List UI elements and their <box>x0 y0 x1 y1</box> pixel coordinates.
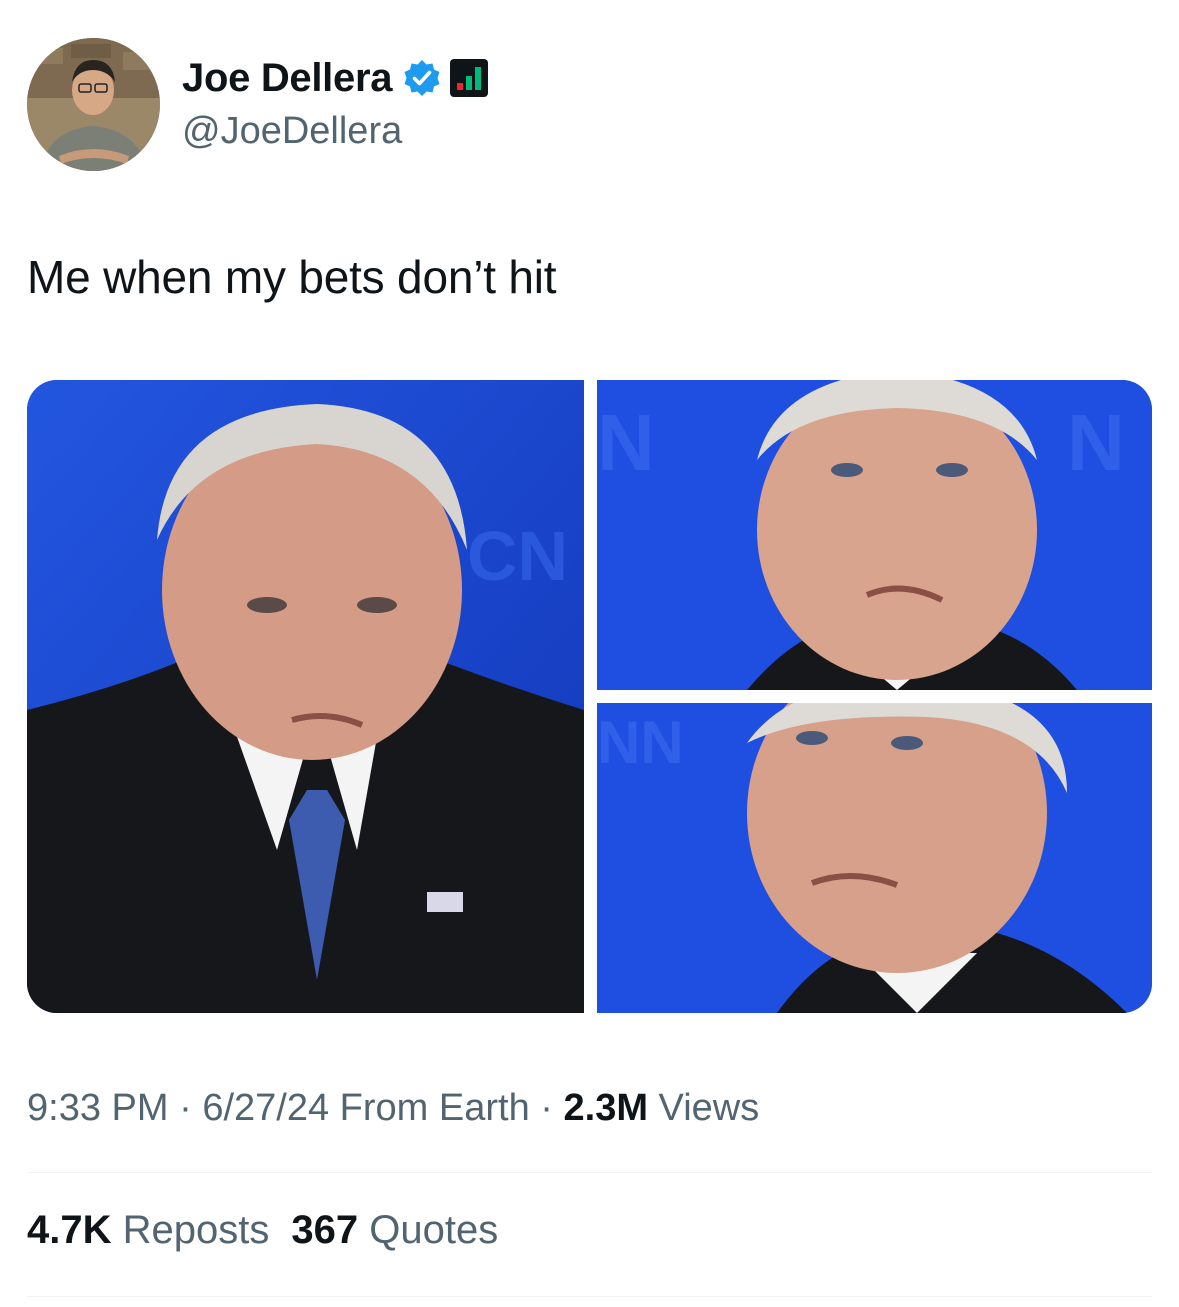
tweet-stats: 4.7K Reposts 367 Quotes <box>27 1208 498 1253</box>
quotes-label: Quotes <box>358 1208 499 1252</box>
reposts-link[interactable]: 4.7K Reposts <box>27 1208 269 1252</box>
avatar[interactable] <box>27 38 160 171</box>
svg-text:CN: CN <box>467 517 568 595</box>
divider <box>27 1296 1152 1297</box>
reposts-count: 4.7K <box>27 1208 112 1252</box>
media-grid: CN N N NN <box>27 380 1152 1013</box>
verified-badge-icon[interactable] <box>402 58 442 98</box>
media-photo-1[interactable]: CN <box>27 380 584 1013</box>
avatar-image <box>27 38 160 171</box>
meta-separator: · <box>529 1087 564 1129</box>
quotes-link[interactable]: 367 Quotes <box>291 1208 498 1252</box>
tweet-time[interactable]: 9:33 PM <box>27 1087 169 1129</box>
meta-separator: · <box>168 1087 203 1129</box>
media-photo-2[interactable]: N N <box>597 380 1152 690</box>
reposts-label: Reposts <box>111 1208 270 1252</box>
media-photo-3[interactable]: NN <box>597 703 1152 1013</box>
svg-text:N: N <box>597 398 655 487</box>
divider <box>27 1172 1152 1173</box>
author-handle[interactable]: @JoeDellera <box>182 110 402 153</box>
tweet-header: Joe Dellera @JoeDellera <box>27 38 1147 173</box>
views-label: Views <box>647 1087 760 1129</box>
tweet-date[interactable]: 6/27/24 <box>202 1087 329 1129</box>
tweet-meta: 9:33 PM · 6/27/24 From Earth · 2.3M View… <box>27 1087 759 1130</box>
affiliate-chart-icon[interactable] <box>450 59 489 97</box>
views-count: 2.3M <box>563 1087 648 1129</box>
tweet-text: Me when my bets don’t hit <box>27 251 557 303</box>
tweet-source: From Earth <box>329 1087 530 1129</box>
svg-text:NN: NN <box>597 709 684 776</box>
author-display-name[interactable]: Joe Dellera <box>182 56 392 101</box>
svg-text:N: N <box>1067 398 1125 487</box>
quotes-count: 367 <box>291 1208 359 1252</box>
author-name-row: Joe Dellera <box>182 54 489 102</box>
